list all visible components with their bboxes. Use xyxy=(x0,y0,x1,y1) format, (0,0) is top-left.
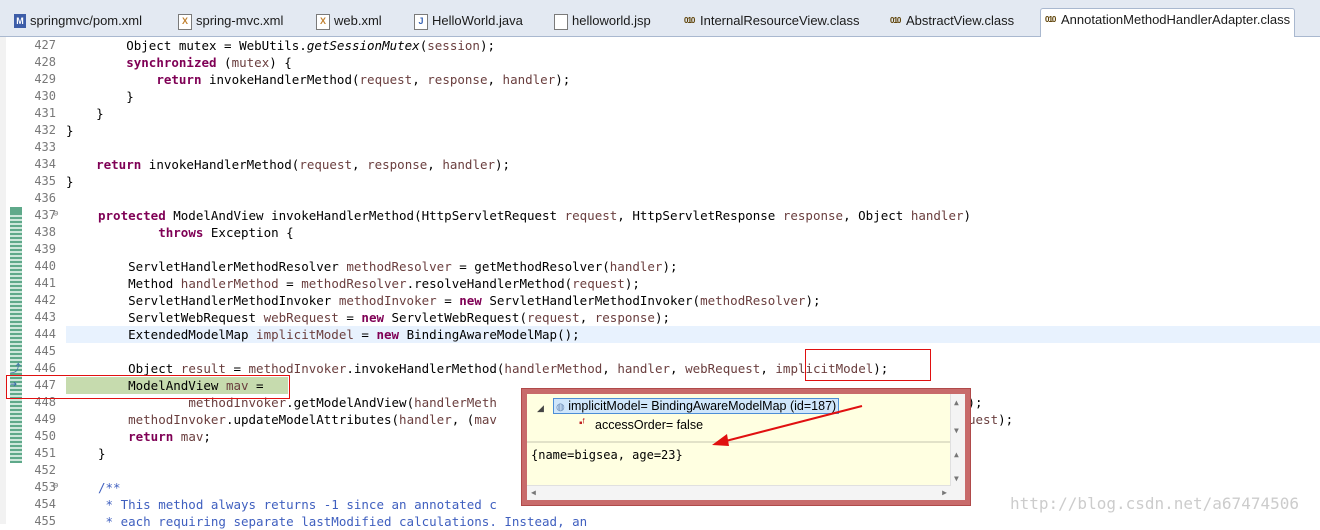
watermark-text: http://blog.csdn.net/a67474506 xyxy=(1010,494,1299,513)
annotation-arrow xyxy=(712,405,863,446)
